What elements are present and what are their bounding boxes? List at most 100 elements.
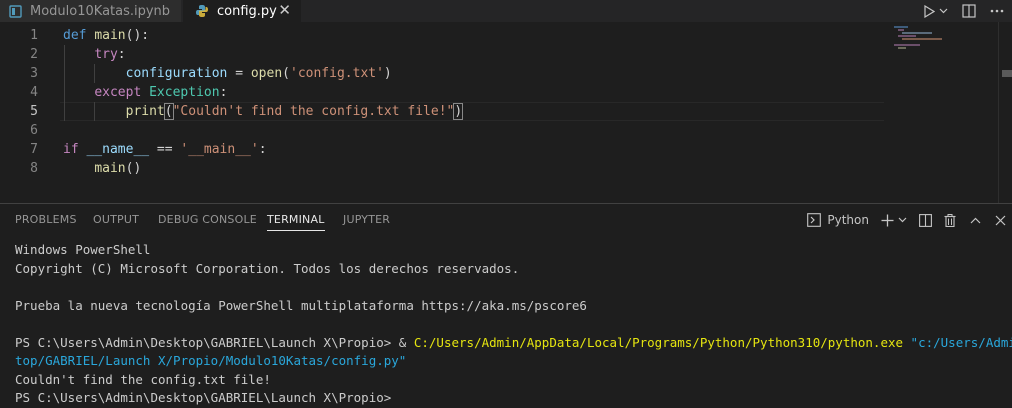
terminal-text: top/GABRIEL/Launch X/Propio/Modulo10Kata…: [15, 353, 407, 368]
terminal-text: "c:/Users/Admin/Desk: [910, 334, 1012, 350]
minimap[interactable]: [890, 22, 998, 203]
code-line[interactable]: 1 def main():: [0, 26, 890, 45]
scrollbar-thumb[interactable]: [1002, 70, 1012, 77]
code-token: :: [117, 47, 126, 62]
code-token: ): [453, 103, 464, 120]
code-line[interactable]: 3 configuration = open('config.txt'): [0, 64, 890, 83]
bottom-panel: PROBLEMS OUTPUT DEBUG CONSOLE TERMINAL J…: [0, 203, 1012, 405]
code-token: (): [125, 161, 142, 176]
terminal-text: Couldn't find the config.txt file!: [15, 371, 271, 387]
code-text: if __name__ == '__main__':: [63, 140, 267, 159]
line-number: 6: [30, 123, 38, 138]
terminal-line: Windows PowerShell: [15, 241, 998, 260]
code-token: :: [219, 85, 228, 100]
line-number: 5: [30, 104, 38, 119]
line-number: 1: [30, 28, 38, 43]
notebook-file-icon: [8, 4, 22, 18]
code-line[interactable]: 6: [0, 121, 890, 140]
terminal-text: Prueba la nueva tecnología PowerShell mu…: [15, 297, 587, 313]
new-terminal-chevron-icon[interactable]: [898, 217, 907, 223]
new-terminal-button[interactable]: [881, 214, 894, 227]
code-token: main: [94, 28, 126, 43]
terminal-line: Copyright (C) Microsoft Corporation. Tod…: [15, 260, 998, 279]
terminal-text: Windows PowerShell: [15, 242, 151, 257]
kill-terminal-trash-icon[interactable]: [944, 213, 956, 227]
line-number: 7: [30, 142, 38, 157]
code-token: main: [94, 161, 126, 176]
code-token: open: [250, 66, 283, 81]
python-file-icon: [195, 4, 209, 18]
terminal-text: PS C:\Users\Admin\Desktop\GABRIEL\Launch…: [15, 334, 414, 350]
line-number: 3: [30, 66, 38, 81]
terminal-profile-label: Python: [827, 213, 869, 227]
code-token: ): [383, 66, 392, 81]
code-text: print("Couldn't find the config.txt file…: [63, 102, 464, 121]
tab-jupyter[interactable]: JUPYTER: [343, 204, 390, 236]
code-text: configuration = open('config.txt'): [63, 64, 392, 83]
close-tab-icon[interactable]: ✕: [278, 1, 291, 19]
terminal-text: Copyright (C) Microsoft Corporation. Tod…: [15, 260, 520, 276]
tab-notebook[interactable]: Modulo10Katas.ipynb: [0, 0, 182, 22]
split-terminal-icon[interactable]: [919, 213, 932, 227]
terminal-line: top/GABRIEL/Launch X/Propio/Modulo10Kata…: [15, 352, 998, 371]
code-token: print: [125, 104, 165, 119]
tab-debug-console[interactable]: DEBUG CONSOLE: [158, 204, 257, 236]
code-token: except: [94, 85, 142, 100]
split-editor-icon[interactable]: [962, 4, 976, 18]
maximize-panel-chevron-up-icon[interactable]: [970, 217, 981, 224]
terminal-icon: [807, 213, 822, 227]
code-token: configuration: [125, 66, 228, 81]
code-text: except Exception:: [63, 83, 227, 102]
code-text: main(): [63, 159, 141, 178]
code-token: '__main__': [180, 142, 259, 157]
editor-tab-bar: Modulo10Katas.ipynb config.py ✕: [0, 0, 1012, 22]
code-token: "Couldn't find the config.txt file!": [172, 104, 455, 119]
run-options-chevron-icon[interactable]: [939, 8, 948, 14]
terminal-profile-selector[interactable]: Python: [807, 213, 869, 227]
code-token: if: [63, 142, 79, 157]
run-python-file-button[interactable]: [923, 4, 935, 18]
terminal-text: C:/Users/Admin/AppData/Local/Programs/Py…: [413, 334, 904, 350]
terminal-line: PS C:\Users\Admin\Desktop\GABRIEL\Launch…: [15, 334, 1012, 353]
code-token: (: [163, 103, 174, 120]
code-line[interactable]: 4 except Exception:: [0, 83, 890, 102]
terminal-output[interactable]: Windows PowerShell Copyright (C) Microsof…: [15, 241, 1012, 408]
tab-label: config.py: [217, 3, 277, 19]
code-token: def: [63, 28, 87, 43]
tab-label: Modulo10Katas.ipynb: [30, 3, 171, 19]
code-line[interactable]: 7 if __name__ == '__main__':: [0, 140, 890, 159]
code-line[interactable]: 5 print("Couldn't find the config.txt fi…: [0, 102, 890, 121]
tab-problems[interactable]: PROBLEMS: [15, 204, 77, 236]
code-text: try:: [63, 45, 126, 64]
tab-config-py[interactable]: config.py ✕: [183, 0, 301, 22]
editor-actions: [923, 0, 1004, 22]
line-number: 4: [30, 85, 38, 100]
code-token: __name__: [86, 142, 150, 157]
code-token: try: [94, 47, 118, 62]
code-line[interactable]: 8 main(): [0, 159, 890, 178]
code-token: ==: [149, 142, 181, 157]
terminal-line: PS C:\Users\Admin\Desktop\GABRIEL\Launch…: [15, 389, 998, 408]
code-text: def main():: [63, 26, 149, 45]
close-panel-icon[interactable]: [995, 215, 1006, 226]
code-token: 'config.txt': [290, 66, 384, 81]
editor-vertical-scrollbar[interactable]: [998, 22, 1012, 203]
more-actions-icon[interactable]: [990, 9, 1004, 13]
terminal-line: Prueba la nueva tecnología PowerShell mu…: [15, 297, 998, 316]
tab-terminal[interactable]: TERMINAL: [267, 204, 325, 236]
tab-output[interactable]: OUTPUT: [93, 204, 139, 236]
code-token: (: [282, 66, 290, 81]
line-number: 8: [30, 161, 38, 176]
line-number: 2: [30, 47, 38, 62]
code-token: =: [227, 66, 251, 81]
code-editor[interactable]: 1 def main(): 2 try: 3 configuration = open…: [0, 22, 1012, 203]
code-line[interactable]: 2 try:: [0, 45, 890, 64]
panel-actions: Python: [807, 204, 1006, 236]
